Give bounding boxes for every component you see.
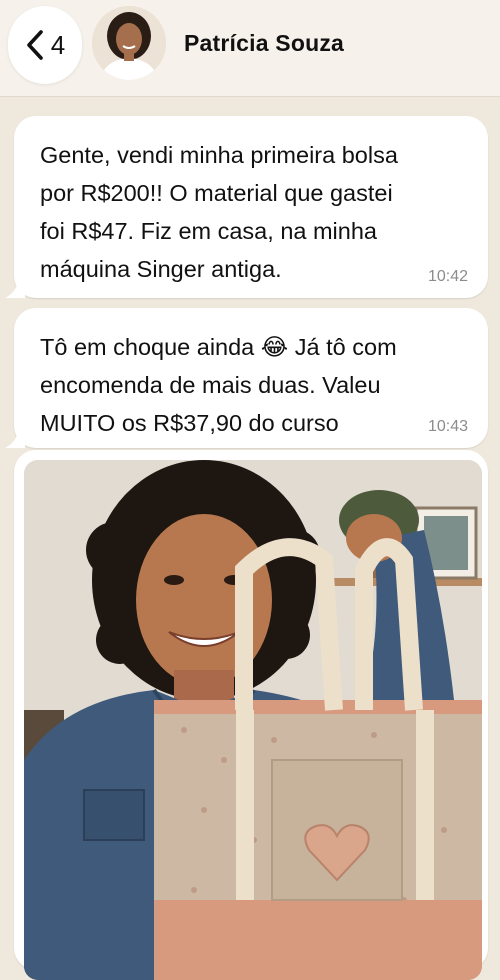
bubble-tail bbox=[5, 428, 25, 448]
message-time: 10:43 bbox=[427, 418, 468, 435]
message-time: 10:42 bbox=[427, 268, 468, 285]
unread-count: 4 bbox=[50, 29, 66, 60]
chat-header: 4 Patrícia Souza bbox=[0, 0, 500, 97]
message-text: Gente, vendi minha primeira bolsa por R$… bbox=[40, 142, 398, 282]
message-bubble[interactable]: Tô em choque ainda 😂 Já tô com encomenda… bbox=[5, 308, 488, 448]
message-text: Tô em choque ainda 😂 Já tô com encomenda… bbox=[40, 334, 397, 436]
image-message-bubble[interactable] bbox=[14, 450, 488, 980]
back-button[interactable]: 4 bbox=[8, 6, 82, 84]
chevron-left-icon bbox=[26, 30, 43, 60]
message-bubble[interactable]: Gente, vendi minha primeira bolsa por R$… bbox=[5, 116, 488, 298]
message-photo[interactable] bbox=[24, 460, 482, 980]
bubble-tail bbox=[5, 278, 25, 298]
avatar[interactable] bbox=[92, 6, 166, 80]
contact-name[interactable]: Patrícia Souza bbox=[184, 30, 344, 57]
